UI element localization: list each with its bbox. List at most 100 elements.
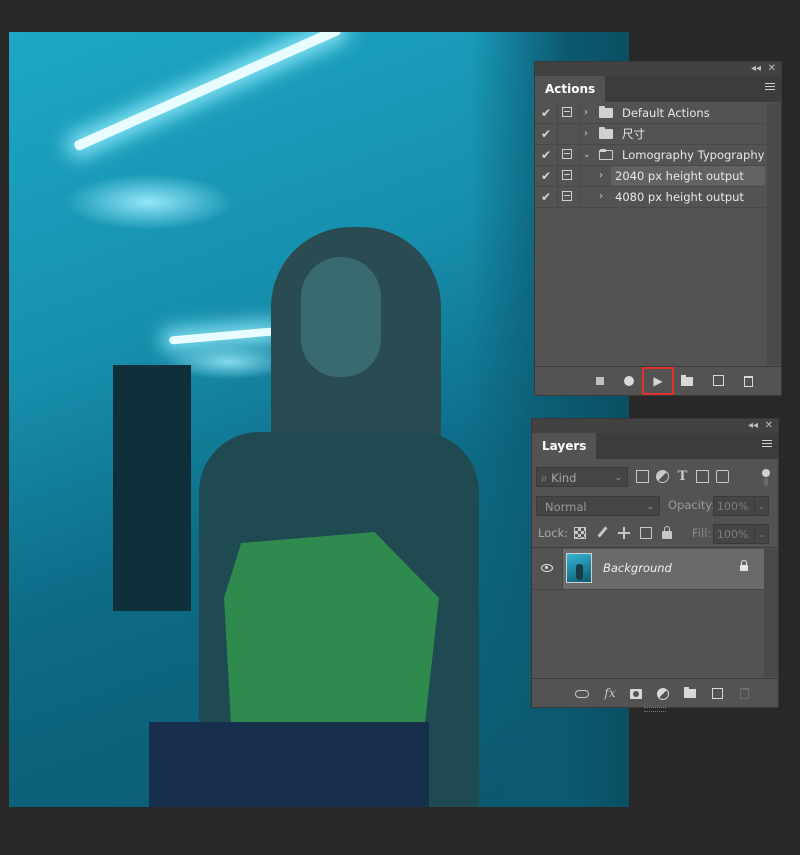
layers-tab-bar: Layers xyxy=(532,433,778,459)
type-filter-icon[interactable]: T xyxy=(676,470,689,483)
action-2040px[interactable]: ✔ › 2040 px height output xyxy=(535,166,765,187)
dialog-toggle[interactable] xyxy=(557,124,580,144)
chevron-right-icon[interactable]: › xyxy=(584,103,588,123)
close-icon[interactable]: ✕ xyxy=(768,62,776,76)
lock-artboard-icon[interactable] xyxy=(640,526,652,539)
ceiling-light-far xyxy=(168,327,275,345)
toggle-check-icon[interactable]: ✔ xyxy=(535,124,558,144)
blend-mode-select[interactable]: Normal ⌄ xyxy=(536,496,660,516)
add-layer-style-button[interactable]: fx xyxy=(601,683,619,703)
chevron-right-icon[interactable]: › xyxy=(599,187,603,207)
fill-label: Fill: xyxy=(692,526,712,540)
chevron-right-icon[interactable]: › xyxy=(584,124,588,144)
adjustment-icon xyxy=(657,687,669,700)
dialog-icon xyxy=(562,191,572,201)
dialog-icon xyxy=(562,149,572,159)
lock-row: Lock: Fill: 100% ⌄ xyxy=(532,522,778,546)
dialog-toggle[interactable] xyxy=(557,103,580,123)
dialog-toggle[interactable] xyxy=(557,145,580,165)
person-green-top xyxy=(224,532,439,752)
dialog-icon xyxy=(562,170,572,180)
tab-actions[interactable]: Actions xyxy=(535,76,606,102)
delete-layer-button[interactable] xyxy=(735,683,753,703)
chevron-down-icon: ⌄ xyxy=(614,473,622,483)
actions-footer: ▶ xyxy=(535,366,781,395)
action-set-default-actions[interactable]: ✔ › Default Actions xyxy=(535,103,765,124)
action-4080px[interactable]: ✔ › 4080 px height output xyxy=(535,187,765,208)
open-folder-icon xyxy=(599,149,613,160)
link-layers-button[interactable] xyxy=(573,683,591,703)
pixel-filter-icon[interactable] xyxy=(636,470,649,483)
record-button[interactable] xyxy=(618,371,640,391)
blend-row: Normal ⌄ Opacity: 100% ⌄ xyxy=(532,494,778,518)
layers-panel-titlebar: ◂◂ ✕ xyxy=(532,419,778,433)
mask-icon xyxy=(630,688,642,699)
stop-button[interactable] xyxy=(589,371,611,391)
layer-row-background[interactable]: Background xyxy=(532,549,764,590)
dialog-toggle[interactable] xyxy=(557,166,580,186)
visibility-toggle[interactable] xyxy=(532,549,563,589)
tab-layers[interactable]: Layers xyxy=(532,433,597,459)
opacity-dropdown[interactable]: ⌄ xyxy=(755,496,769,516)
play-selection-button[interactable]: ▶ xyxy=(642,367,674,395)
new-layer-button[interactable] xyxy=(708,683,726,703)
delete-button[interactable] xyxy=(737,371,759,391)
chevron-down-icon[interactable]: ⌄ xyxy=(583,145,591,165)
smart-object-filter-icon[interactable] xyxy=(716,470,729,483)
hallway-door xyxy=(113,365,191,611)
filter-icons: T xyxy=(636,469,736,483)
shape-filter-icon[interactable] xyxy=(696,470,709,483)
action-set-lomography[interactable]: ✔ ⌄ Lomography Typography ... xyxy=(535,145,765,166)
stop-icon xyxy=(596,377,604,385)
action-label: 2040 px height output xyxy=(615,169,744,183)
kind-filter-label: ⌕ Kind xyxy=(541,471,577,485)
actions-scrollbar[interactable] xyxy=(767,103,781,365)
collapse-icon[interactable]: ◂◂ xyxy=(748,419,758,433)
new-layer-icon xyxy=(711,688,723,699)
record-icon xyxy=(624,376,634,386)
layer-lock-icon[interactable] xyxy=(740,560,748,571)
actions-panel-titlebar: ◂◂ ✕ xyxy=(535,62,781,76)
layers-footer: fx xyxy=(532,678,778,707)
actions-tab-bar: Actions xyxy=(535,76,781,102)
resize-grip[interactable] xyxy=(644,707,666,712)
opacity-input[interactable]: 100% xyxy=(713,496,755,516)
filter-toggle[interactable] xyxy=(762,469,770,486)
new-group-button[interactable] xyxy=(681,683,699,703)
chevron-right-icon[interactable]: › xyxy=(599,166,603,186)
lock-icons xyxy=(574,525,682,539)
fill-dropdown[interactable]: ⌄ xyxy=(755,524,769,544)
add-mask-button[interactable] xyxy=(627,683,645,703)
panel-menu-icon[interactable] xyxy=(762,440,772,450)
toggle-check-icon[interactable]: ✔ xyxy=(535,103,558,123)
person-jeans xyxy=(149,722,429,807)
layers-panel: ◂◂ ✕ Layers ⌕ Kind ⌄ T Normal ⌄ Opacity:… xyxy=(531,418,779,712)
layer-name: Background xyxy=(603,561,672,575)
folder-icon xyxy=(684,687,696,698)
new-set-button[interactable] xyxy=(676,371,698,391)
opacity-label: Opacity: xyxy=(668,498,716,512)
action-set-label: Default Actions xyxy=(622,106,710,120)
lock-pixels-icon[interactable] xyxy=(596,527,608,539)
action-set-size[interactable]: ✔ › 尺寸 xyxy=(535,124,765,145)
fill-input[interactable]: 100% xyxy=(713,524,755,544)
adjustment-filter-icon[interactable] xyxy=(656,470,669,483)
close-icon[interactable]: ✕ xyxy=(765,419,773,433)
collapse-icon[interactable]: ◂◂ xyxy=(751,62,761,76)
layer-selected[interactable]: Background xyxy=(563,549,764,589)
new-action-button[interactable] xyxy=(707,371,729,391)
lock-transparency-icon[interactable] xyxy=(574,526,586,539)
eye-icon xyxy=(541,564,553,572)
action-set-label: Lomography Typography ... xyxy=(622,148,764,162)
link-icon xyxy=(575,689,589,698)
new-adjustment-button[interactable] xyxy=(654,683,672,703)
lock-position-icon[interactable] xyxy=(618,526,630,539)
dialog-toggle[interactable] xyxy=(557,187,580,207)
lock-all-icon[interactable] xyxy=(662,525,672,539)
panel-menu-icon[interactable] xyxy=(765,83,775,93)
toggle-check-icon[interactable]: ✔ xyxy=(535,187,558,207)
kind-filter-select[interactable]: ⌕ Kind ⌄ xyxy=(536,467,628,487)
layers-scrollbar[interactable] xyxy=(764,549,778,677)
toggle-check-icon[interactable]: ✔ xyxy=(535,166,558,186)
toggle-check-icon[interactable]: ✔ xyxy=(535,145,558,165)
